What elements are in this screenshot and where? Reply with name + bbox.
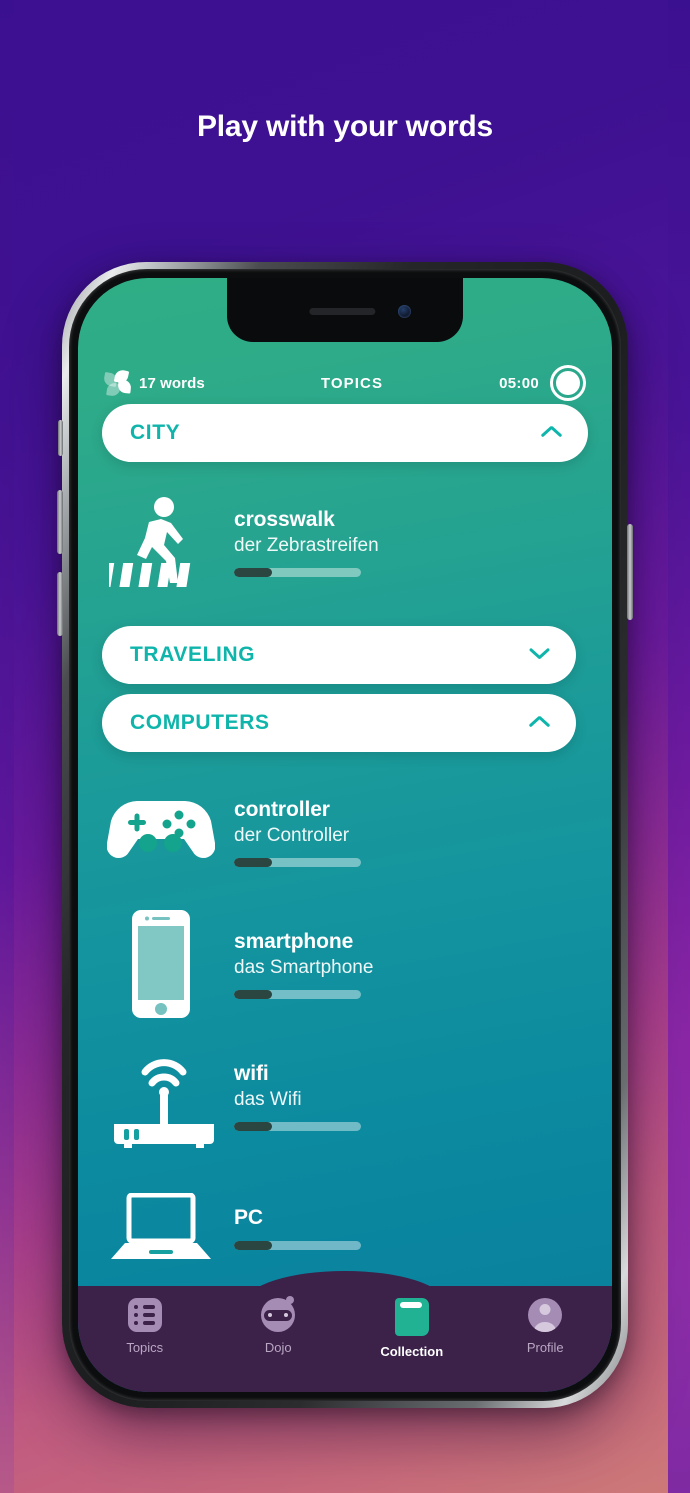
word-german: der Zebrastreifen: [234, 534, 379, 556]
timer-label: 05:00: [499, 374, 539, 392]
record-circle-icon[interactable]: [550, 365, 586, 401]
word-german: der Controller: [234, 824, 350, 846]
word-german: das Wifi: [234, 1088, 302, 1110]
word-text: wifi das Wifi: [220, 1062, 361, 1131]
word-text: PC: [220, 1206, 361, 1250]
wifi-router-icon: [102, 1046, 220, 1148]
word-progress-bar: [234, 857, 361, 867]
phone-bezel: 17 words TOPICS 05:00 CITY crosswalk der…: [69, 269, 621, 1401]
topic-header-computers[interactable]: COMPUTERS: [102, 694, 576, 752]
topic-label: CITY: [130, 421, 181, 444]
bottom-tab-bar: Topics Dojo Collection Profile: [78, 1271, 613, 1392]
person-icon: [528, 1298, 563, 1332]
tab-topics[interactable]: Topics: [78, 1298, 212, 1392]
word-progress-bar: [234, 989, 361, 999]
topic-header-city[interactable]: CITY: [102, 404, 588, 462]
word-count-group[interactable]: 17 words: [102, 368, 205, 397]
tab-dojo[interactable]: Dojo: [212, 1296, 346, 1392]
word-progress-bar: [234, 567, 361, 577]
tab-collection[interactable]: Collection: [345, 1298, 479, 1392]
smartphone-icon: [102, 910, 220, 1018]
tab-label: Topics: [126, 1340, 164, 1355]
word-row[interactable]: controller der Controller: [78, 766, 612, 898]
word-text: controller der Controller: [220, 798, 361, 867]
word-text: smartphone das Smartphone: [220, 930, 373, 999]
tab-label: Profile: [526, 1340, 564, 1355]
word-row[interactable]: smartphone das Smartphone: [78, 898, 612, 1030]
word-english: smartphone: [234, 929, 354, 953]
word-progress-bar: [234, 1241, 361, 1250]
clover-petal-icon: [102, 368, 132, 397]
phone-mockup: 17 words TOPICS 05:00 CITY crosswalk der…: [57, 262, 633, 1408]
front-camera-icon: [398, 305, 411, 318]
chevron-down-icon[interactable]: [528, 648, 550, 662]
earpiece-speaker-icon: [309, 308, 376, 315]
word-english: crosswalk: [234, 507, 335, 531]
app-status-bar: 17 words TOPICS 05:00: [78, 365, 612, 401]
word-english: PC: [234, 1206, 263, 1229]
chevron-up-icon[interactable]: [540, 426, 562, 440]
phone-volume-down: [57, 572, 63, 636]
background-right-band: [668, 0, 690, 1493]
timer-group[interactable]: 05:00: [499, 365, 586, 401]
phone-notch: [227, 278, 463, 342]
chevron-up-icon[interactable]: [528, 716, 550, 730]
topic-header-traveling[interactable]: TRAVELING: [102, 626, 576, 684]
word-progress-bar: [234, 1121, 361, 1131]
topics-list[interactable]: CITY crosswalk der Zebrastreifen TRAVELI…: [78, 404, 612, 1392]
crosswalk-icon: [102, 492, 220, 592]
phone-volume-up: [57, 490, 63, 554]
laptop-icon: [102, 1178, 220, 1278]
word-english: wifi: [234, 1061, 269, 1085]
phone-mute-switch: [58, 420, 63, 456]
tab-label: Collection: [380, 1344, 444, 1359]
word-count-label: 17 words: [139, 374, 205, 392]
screen-title: TOPICS: [320, 374, 384, 392]
topic-label: COMPUTERS: [130, 711, 270, 734]
background-left-band: [0, 0, 14, 1493]
list-icon: [127, 1298, 162, 1332]
page-title: Play with your words: [196, 110, 494, 143]
topic-label: TRAVELING: [130, 643, 256, 666]
word-german: das Smartphone: [234, 956, 374, 978]
ninja-icon: [261, 1296, 296, 1332]
book-icon: [394, 1298, 429, 1336]
app-screen: 17 words TOPICS 05:00 CITY crosswalk der…: [78, 278, 612, 1392]
gamepad-icon: [102, 782, 220, 882]
word-text: crosswalk der Zebrastreifen: [220, 508, 379, 577]
phone-power-button: [627, 524, 633, 620]
tab-label: Dojo: [264, 1340, 292, 1355]
tab-profile[interactable]: Profile: [479, 1298, 613, 1392]
word-english: controller: [234, 797, 330, 821]
word-row[interactable]: wifi das Wifi: [78, 1030, 612, 1162]
word-row[interactable]: crosswalk der Zebrastreifen: [78, 476, 612, 608]
